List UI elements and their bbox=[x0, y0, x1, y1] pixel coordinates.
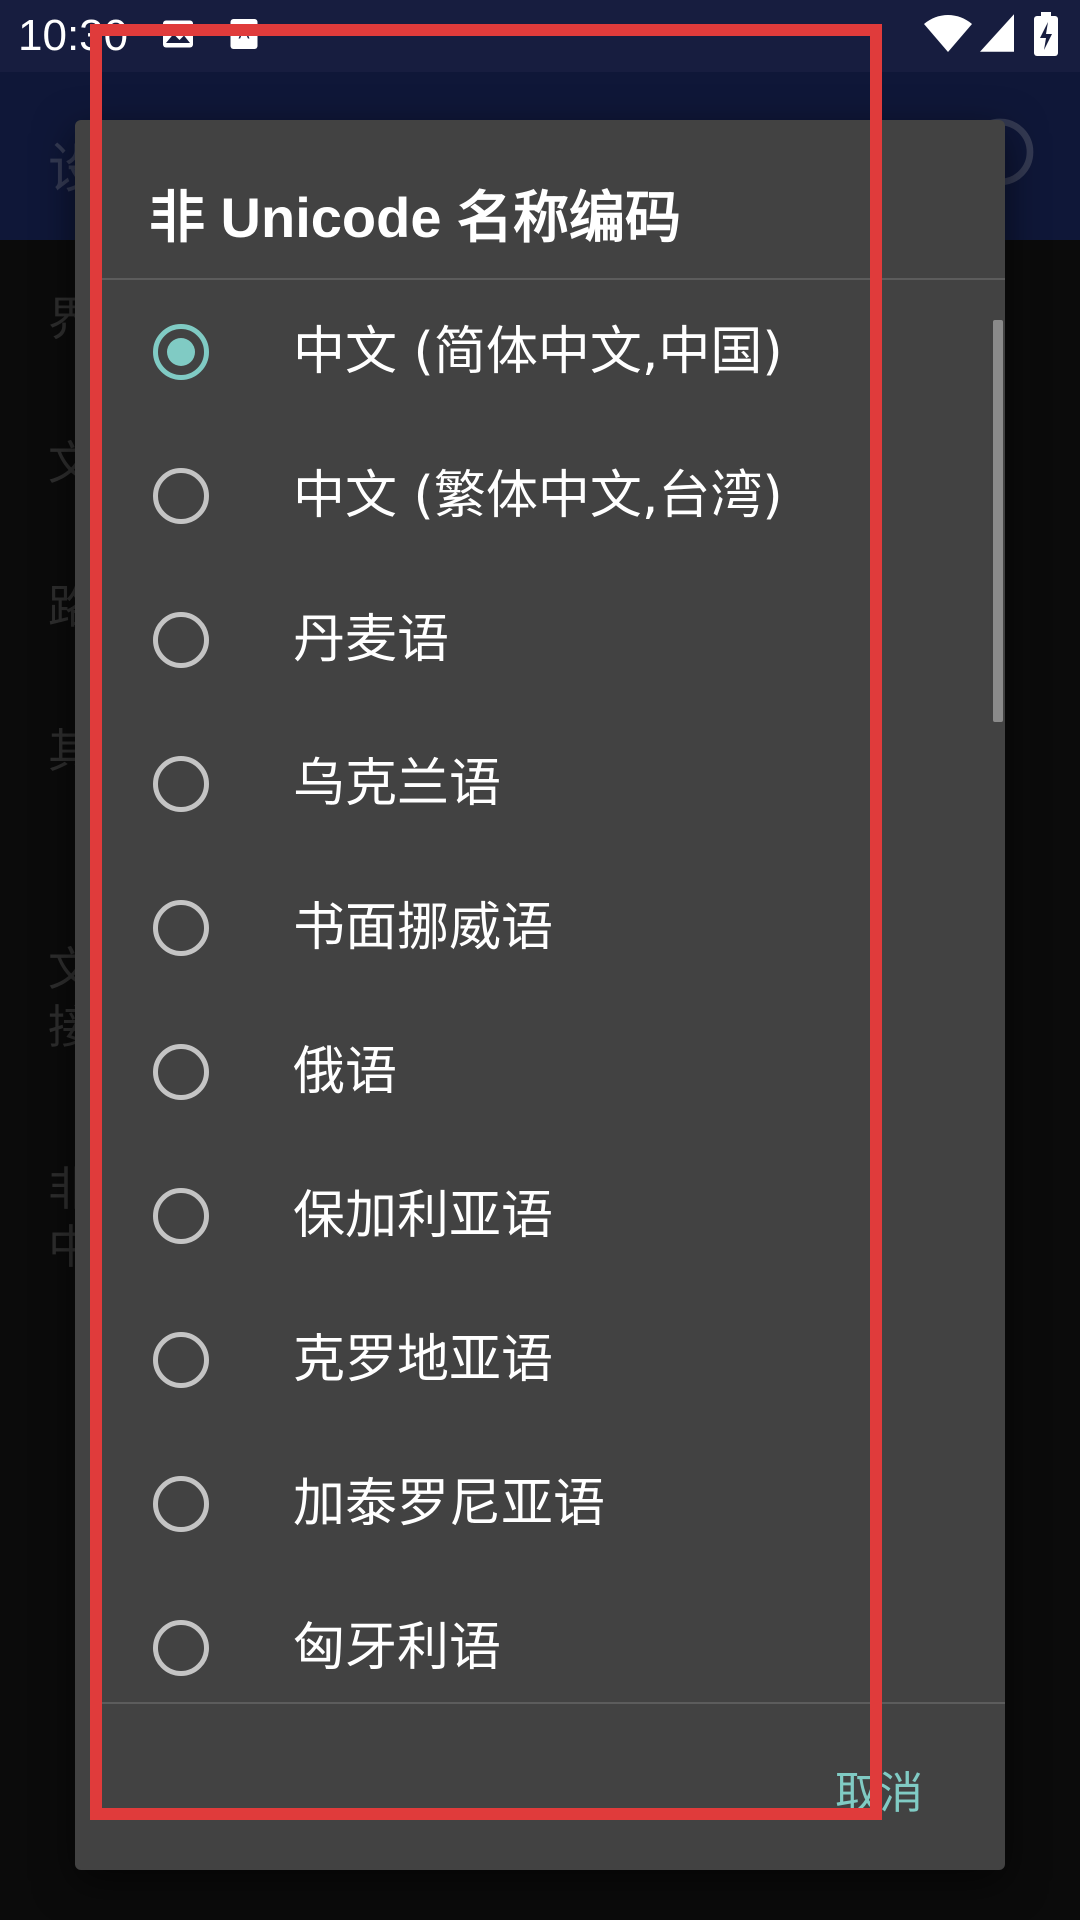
signal-icon bbox=[980, 14, 1014, 56]
battery-charging-icon bbox=[1034, 12, 1058, 60]
highlight-frame bbox=[90, 24, 882, 1820]
scrollbar[interactable] bbox=[993, 320, 1003, 722]
wifi-icon bbox=[924, 14, 972, 58]
